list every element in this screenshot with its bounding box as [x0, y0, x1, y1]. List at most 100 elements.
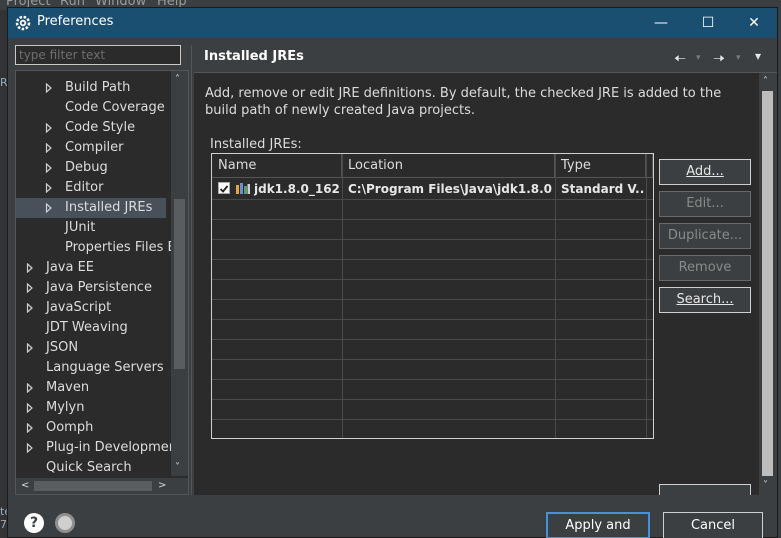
expand-chevron-icon[interactable]: [45, 178, 55, 198]
tree-item-label: Quick Search: [46, 460, 132, 475]
title-bar[interactable]: Preferences — ☐ ✕: [8, 8, 777, 38]
expand-chevron-icon[interactable]: [45, 138, 55, 158]
tree-item-label: Mylyn: [46, 400, 85, 415]
expand-chevron-icon[interactable]: [26, 378, 36, 398]
jre-table[interactable]: Name Location Type jdk1.8.0_162... C:\Pr…: [211, 153, 654, 439]
remove-button[interactable]: Remove: [659, 255, 751, 281]
tree-vertical-scroll-thumb[interactable]: [174, 199, 185, 369]
tree-item[interactable]: Plug-in Development: [16, 438, 171, 458]
expand-chevron-icon[interactable]: [45, 158, 55, 178]
preferences-dialog: Preferences — ☐ ✕ Build Path Code Coverag…: [7, 7, 778, 538]
table-grid-line: [212, 419, 653, 420]
expand-chevron-icon[interactable]: [26, 338, 36, 358]
table-column-line: [342, 154, 343, 438]
minimize-icon: —: [654, 15, 668, 31]
expand-chevron-icon[interactable]: [26, 398, 36, 418]
tree-item[interactable]: Editor: [16, 178, 171, 198]
jre-type-cell: Standard V...: [561, 182, 645, 196]
page-vertical-scrollbar[interactable]: ˄ ˅: [759, 73, 776, 495]
gear-icon: [15, 15, 31, 31]
background-label: 7: [0, 518, 7, 531]
column-header-name[interactable]: Name: [212, 154, 342, 178]
clipped-button[interactable]: [659, 484, 751, 495]
expand-chevron-icon[interactable]: [45, 198, 55, 218]
tree-vertical-scrollbar[interactable]: ˄ ˅: [171, 71, 188, 476]
scroll-left-icon[interactable]: <: [21, 481, 29, 491]
column-header-location[interactable]: Location: [342, 154, 555, 178]
column-header-type[interactable]: Type: [555, 154, 646, 178]
back-arrow-icon[interactable]: 🠠: [674, 48, 686, 72]
tree-item[interactable]: Installed JREs: [16, 198, 166, 218]
back-menu-chevron-icon[interactable]: ▾: [696, 53, 701, 63]
help-icon[interactable]: ?: [24, 513, 44, 533]
tree-item-label: JSON: [46, 340, 79, 355]
expand-chevron-icon[interactable]: [26, 438, 36, 458]
tree-item[interactable]: Java EE: [16, 258, 171, 278]
table-grid-line: [212, 219, 653, 220]
scroll-down-icon[interactable]: ˅: [175, 463, 180, 473]
tree-item-label: Language Servers: [46, 360, 164, 375]
duplicate-button[interactable]: Duplicate...: [659, 223, 751, 249]
apply-and-close-button[interactable]: Apply and Close: [546, 512, 650, 538]
tree-horizontal-scroll-thumb[interactable]: [34, 481, 152, 491]
tree-item-label: Installed JREs: [65, 200, 153, 215]
tree-item-label: Debug: [65, 160, 108, 175]
tree-item[interactable]: Language Servers: [16, 358, 171, 378]
checkmark-icon: [219, 185, 229, 193]
expand-chevron-icon[interactable]: [26, 418, 36, 438]
tree-item[interactable]: Oomph: [16, 418, 171, 438]
tree-item[interactable]: Debug: [16, 158, 171, 178]
expand-chevron-icon[interactable]: [26, 278, 36, 298]
tree-item[interactable]: JavaScript: [16, 298, 171, 318]
table-grid-line: [212, 319, 653, 320]
filter-input[interactable]: [15, 45, 181, 65]
tree-item-label: Compiler: [65, 140, 124, 155]
jre-name-cell: jdk1.8.0_162...: [254, 182, 340, 196]
tree-item-label: Java Persistence: [46, 280, 152, 295]
expand-chevron-icon[interactable]: [45, 118, 55, 138]
column-header-filler: [646, 154, 653, 178]
expand-chevron-icon[interactable]: [45, 78, 55, 98]
tree-item-label: JDT Weaving: [46, 320, 128, 335]
scroll-up-icon[interactable]: ˄: [763, 77, 768, 87]
forward-arrow-icon[interactable]: 🠢: [713, 48, 725, 72]
search-button[interactable]: Search...: [659, 287, 751, 313]
tree-item-label: Properties Files Ed: [65, 240, 171, 255]
tree-item[interactable]: Maven: [16, 378, 171, 398]
scroll-down-icon[interactable]: ˅: [763, 481, 768, 491]
sash-divider[interactable]: [191, 45, 192, 495]
jre-default-checkbox[interactable]: [218, 182, 230, 194]
edit-button[interactable]: Edit...: [659, 191, 751, 217]
page-vertical-scroll-thumb[interactable]: [762, 91, 773, 476]
table-grid-line: [212, 379, 653, 380]
expand-chevron-icon[interactable]: [26, 298, 36, 318]
view-menu-icon[interactable]: ▾: [755, 49, 761, 63]
close-button[interactable]: ✕: [731, 8, 777, 38]
forward-menu-chevron-icon[interactable]: ▾: [736, 53, 741, 63]
tree-item[interactable]: Code Coverage: [16, 98, 171, 118]
table-grid-line: [212, 279, 653, 280]
tree-item[interactable]: Properties Files Ed: [16, 238, 171, 258]
table-column-line: [555, 154, 556, 438]
tree-item-label: Code Coverage: [65, 100, 165, 115]
tree-item[interactable]: JSON: [16, 338, 171, 358]
scroll-up-icon[interactable]: ˄: [175, 75, 180, 85]
minimize-button[interactable]: —: [638, 8, 684, 38]
tree-horizontal-scrollbar[interactable]: < >: [16, 478, 188, 494]
tree-item[interactable]: Mylyn: [16, 398, 171, 418]
scroll-right-icon[interactable]: >: [158, 481, 166, 491]
tree-item[interactable]: Build Path: [16, 78, 171, 98]
add-button[interactable]: Add...: [659, 159, 751, 185]
tree-item[interactable]: Code Style: [16, 118, 171, 138]
tree-item[interactable]: Compiler: [16, 138, 171, 158]
page-description: Add, remove or edit JRE definitions. By …: [205, 86, 722, 118]
tree-item[interactable]: JDT Weaving: [16, 318, 171, 338]
maximize-button[interactable]: ☐: [685, 8, 731, 38]
expand-chevron-icon[interactable]: [26, 258, 36, 278]
tree-item[interactable]: Quick Search: [16, 458, 171, 478]
tree-item[interactable]: Java Persistence: [16, 278, 171, 298]
cancel-button[interactable]: Cancel: [663, 512, 763, 538]
tree-item[interactable]: JUnit: [16, 218, 171, 238]
oomph-preference-recorder-icon[interactable]: [55, 513, 75, 533]
background-left-strip: R te 7: [0, 10, 11, 538]
